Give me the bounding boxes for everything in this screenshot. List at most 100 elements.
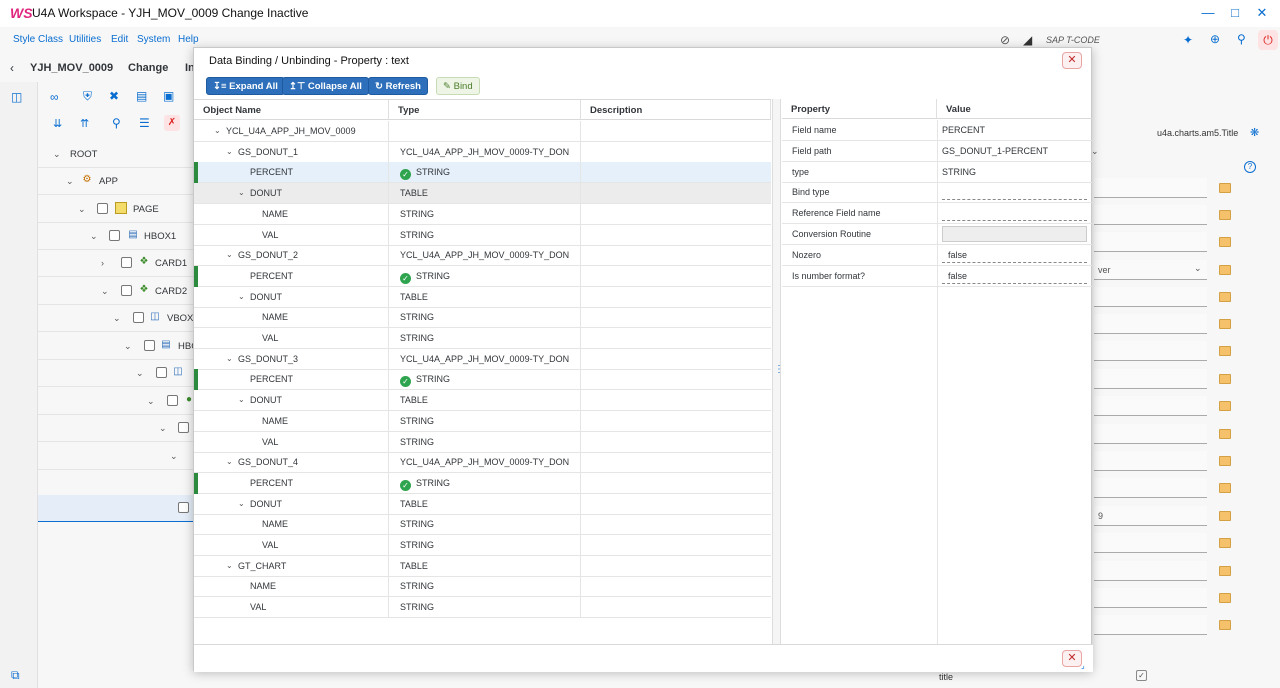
table-row[interactable]: VAL STRING: [194, 535, 771, 556]
folder-icon[interactable]: [1219, 292, 1231, 302]
column-description[interactable]: Description: [581, 100, 771, 120]
property-field[interactable]: [1094, 533, 1207, 553]
table-row[interactable]: ⌄ GT_CHART TABLE: [194, 555, 771, 577]
chevron-down-icon[interactable]: ⌄: [238, 499, 245, 508]
tree-node-hbox[interactable]: ⌄ ▤ HBO: [38, 333, 199, 360]
table-row[interactable]: ⌄ DONUT TABLE: [194, 183, 771, 205]
property-field[interactable]: [1094, 478, 1207, 498]
column-type[interactable]: Type: [389, 100, 581, 120]
folder-icon[interactable]: [1219, 566, 1231, 576]
tree-node-hidden-4[interactable]: ⌄: [38, 443, 198, 470]
folder-icon[interactable]: [1219, 483, 1231, 493]
property-field[interactable]: [1094, 341, 1207, 361]
table-row[interactable]: ⌄ GS_DONUT_2 YCL_U4A_APP_JH_MOV_0009-TY_DO…: [194, 245, 771, 267]
hierarchy-icon[interactable]: ❋: [1250, 126, 1259, 139]
chevron-down-icon[interactable]: ⌄: [53, 149, 61, 160]
tools-icon[interactable]: ✖: [109, 89, 119, 103]
zoom-in-icon[interactable]: ⊕: [1210, 32, 1220, 46]
property-field[interactable]: [1094, 561, 1207, 581]
chevron-down-icon[interactable]: ⌄: [214, 126, 221, 135]
table-row[interactable]: NAME STRING: [194, 576, 771, 598]
shield-icon[interactable]: ⛨: [83, 89, 92, 104]
tree-checkbox[interactable]: [109, 230, 120, 241]
tree-checkbox[interactable]: [97, 203, 108, 214]
property-field[interactable]: 9: [1094, 506, 1207, 526]
search-icon[interactable]: ⚲: [1237, 32, 1246, 46]
back-icon[interactable]: ‹: [10, 61, 14, 75]
folder-icon[interactable]: [1219, 620, 1231, 630]
tree-list-icon[interactable]: ☰: [139, 116, 150, 130]
property-field[interactable]: [1094, 178, 1207, 198]
folder-icon[interactable]: [1219, 183, 1231, 193]
tree-node-hidden-3[interactable]: ⌄: [38, 415, 198, 442]
tree-node-hidden-2[interactable]: ⌄ ●: [38, 388, 198, 415]
tree-checkbox[interactable]: [144, 340, 155, 351]
tree-checkbox[interactable]: [133, 312, 144, 323]
resize-handle-icon[interactable]: ⌟: [1081, 661, 1085, 670]
chevron-down-icon[interactable]: ⌄: [124, 341, 132, 352]
chevron-down-icon[interactable]: ⌄: [90, 231, 98, 242]
folder-icon[interactable]: [1219, 374, 1231, 384]
power-icon[interactable]: ⏻: [1258, 30, 1278, 50]
property-field[interactable]: [1094, 615, 1207, 635]
folder-icon[interactable]: [1219, 538, 1231, 548]
property-field[interactable]: [1094, 287, 1207, 307]
chevron-down-icon[interactable]: ⌄: [226, 354, 233, 363]
property-input[interactable]: [942, 184, 1087, 201]
folder-icon[interactable]: [1219, 210, 1231, 220]
chevron-down-icon[interactable]: ⌄: [66, 176, 74, 187]
property-input[interactable]: false: [942, 246, 1087, 263]
chevron-down-icon[interactable]: ⌄: [1091, 146, 1099, 157]
tree-checkbox[interactable]: [167, 395, 178, 406]
bind-button[interactable]: ✎ Bind: [436, 77, 480, 95]
menu-system[interactable]: System: [137, 34, 170, 45]
chevron-down-icon[interactable]: ⌄: [226, 561, 233, 570]
table-row[interactable]: ⌄ YCL_U4A_APP_JH_MOV_0009: [194, 121, 771, 142]
delete-icon[interactable]: ✗: [164, 115, 180, 131]
folder-icon[interactable]: [1219, 401, 1231, 411]
close-window-icon[interactable]: ✕: [1252, 4, 1272, 22]
binding-icon[interactable]: ∞: [50, 90, 59, 104]
menu-utilities[interactable]: Utilities: [69, 34, 101, 45]
chevron-down-icon[interactable]: ⌄: [170, 451, 178, 462]
tree-node-root[interactable]: ⌄ ROOT: [38, 141, 198, 168]
chevron-down-icon[interactable]: ⌄: [238, 292, 245, 301]
minimize-icon[interactable]: —: [1198, 4, 1218, 22]
panel-splitter[interactable]: ⋮: [772, 99, 784, 644]
window-link-icon[interactable]: ⧉: [11, 668, 20, 683]
chevron-down-icon[interactable]: ⌄: [238, 395, 245, 404]
chevron-down-icon[interactable]: ⌄: [78, 204, 86, 215]
tree-checkbox[interactable]: [178, 422, 189, 433]
table-row[interactable]: PERCENT ✓ STRING: [194, 472, 771, 494]
table-row[interactable]: ⌄ DONUT TABLE: [194, 493, 771, 515]
chevron-down-icon[interactable]: ⌄: [113, 313, 121, 324]
folder-icon[interactable]: [1219, 319, 1231, 329]
menu-help[interactable]: Help: [178, 34, 199, 45]
tree-node-card1[interactable]: › ❖ CARD1: [38, 250, 198, 277]
save-icon[interactable]: ▤: [136, 89, 147, 103]
table-row[interactable]: ⌄ DONUT TABLE: [194, 390, 771, 412]
chevron-down-icon[interactable]: ⌄: [147, 396, 155, 407]
property-field[interactable]: [1094, 588, 1207, 608]
dialog-close-button[interactable]: ✕: [1062, 52, 1082, 69]
table-row[interactable]: PERCENT ✓ STRING: [194, 369, 771, 391]
table-row[interactable]: NAME STRING: [194, 514, 771, 536]
property-field[interactable]: [1094, 451, 1207, 471]
property-input[interactable]: [942, 205, 1087, 222]
table-row[interactable]: VAL STRING: [194, 597, 771, 619]
table-row[interactable]: NAME STRING: [194, 410, 771, 432]
chevron-down-icon[interactable]: ⌄: [136, 368, 144, 379]
expand-all-button[interactable]: ↧≡ Expand All: [206, 77, 285, 95]
tree-checkbox[interactable]: [121, 285, 132, 296]
folder-icon[interactable]: [1219, 593, 1231, 603]
property-field[interactable]: [1094, 369, 1207, 389]
chevron-down-icon[interactable]: ⌄: [226, 147, 233, 156]
chevron-right-icon[interactable]: ›: [101, 258, 104, 268]
folder-icon[interactable]: [1219, 429, 1231, 439]
pin-icon[interactable]: ✦: [1183, 33, 1193, 47]
layout-icon[interactable]: ◫: [11, 90, 22, 104]
property-field[interactable]: [1094, 205, 1207, 225]
chevron-down-icon[interactable]: ⌄: [226, 250, 233, 259]
image-icon[interactable]: ▣: [163, 89, 174, 103]
table-row[interactable]: ⌄ GS_DONUT_1 YCL_U4A_APP_JH_MOV_0009-TY_DO…: [194, 141, 771, 163]
